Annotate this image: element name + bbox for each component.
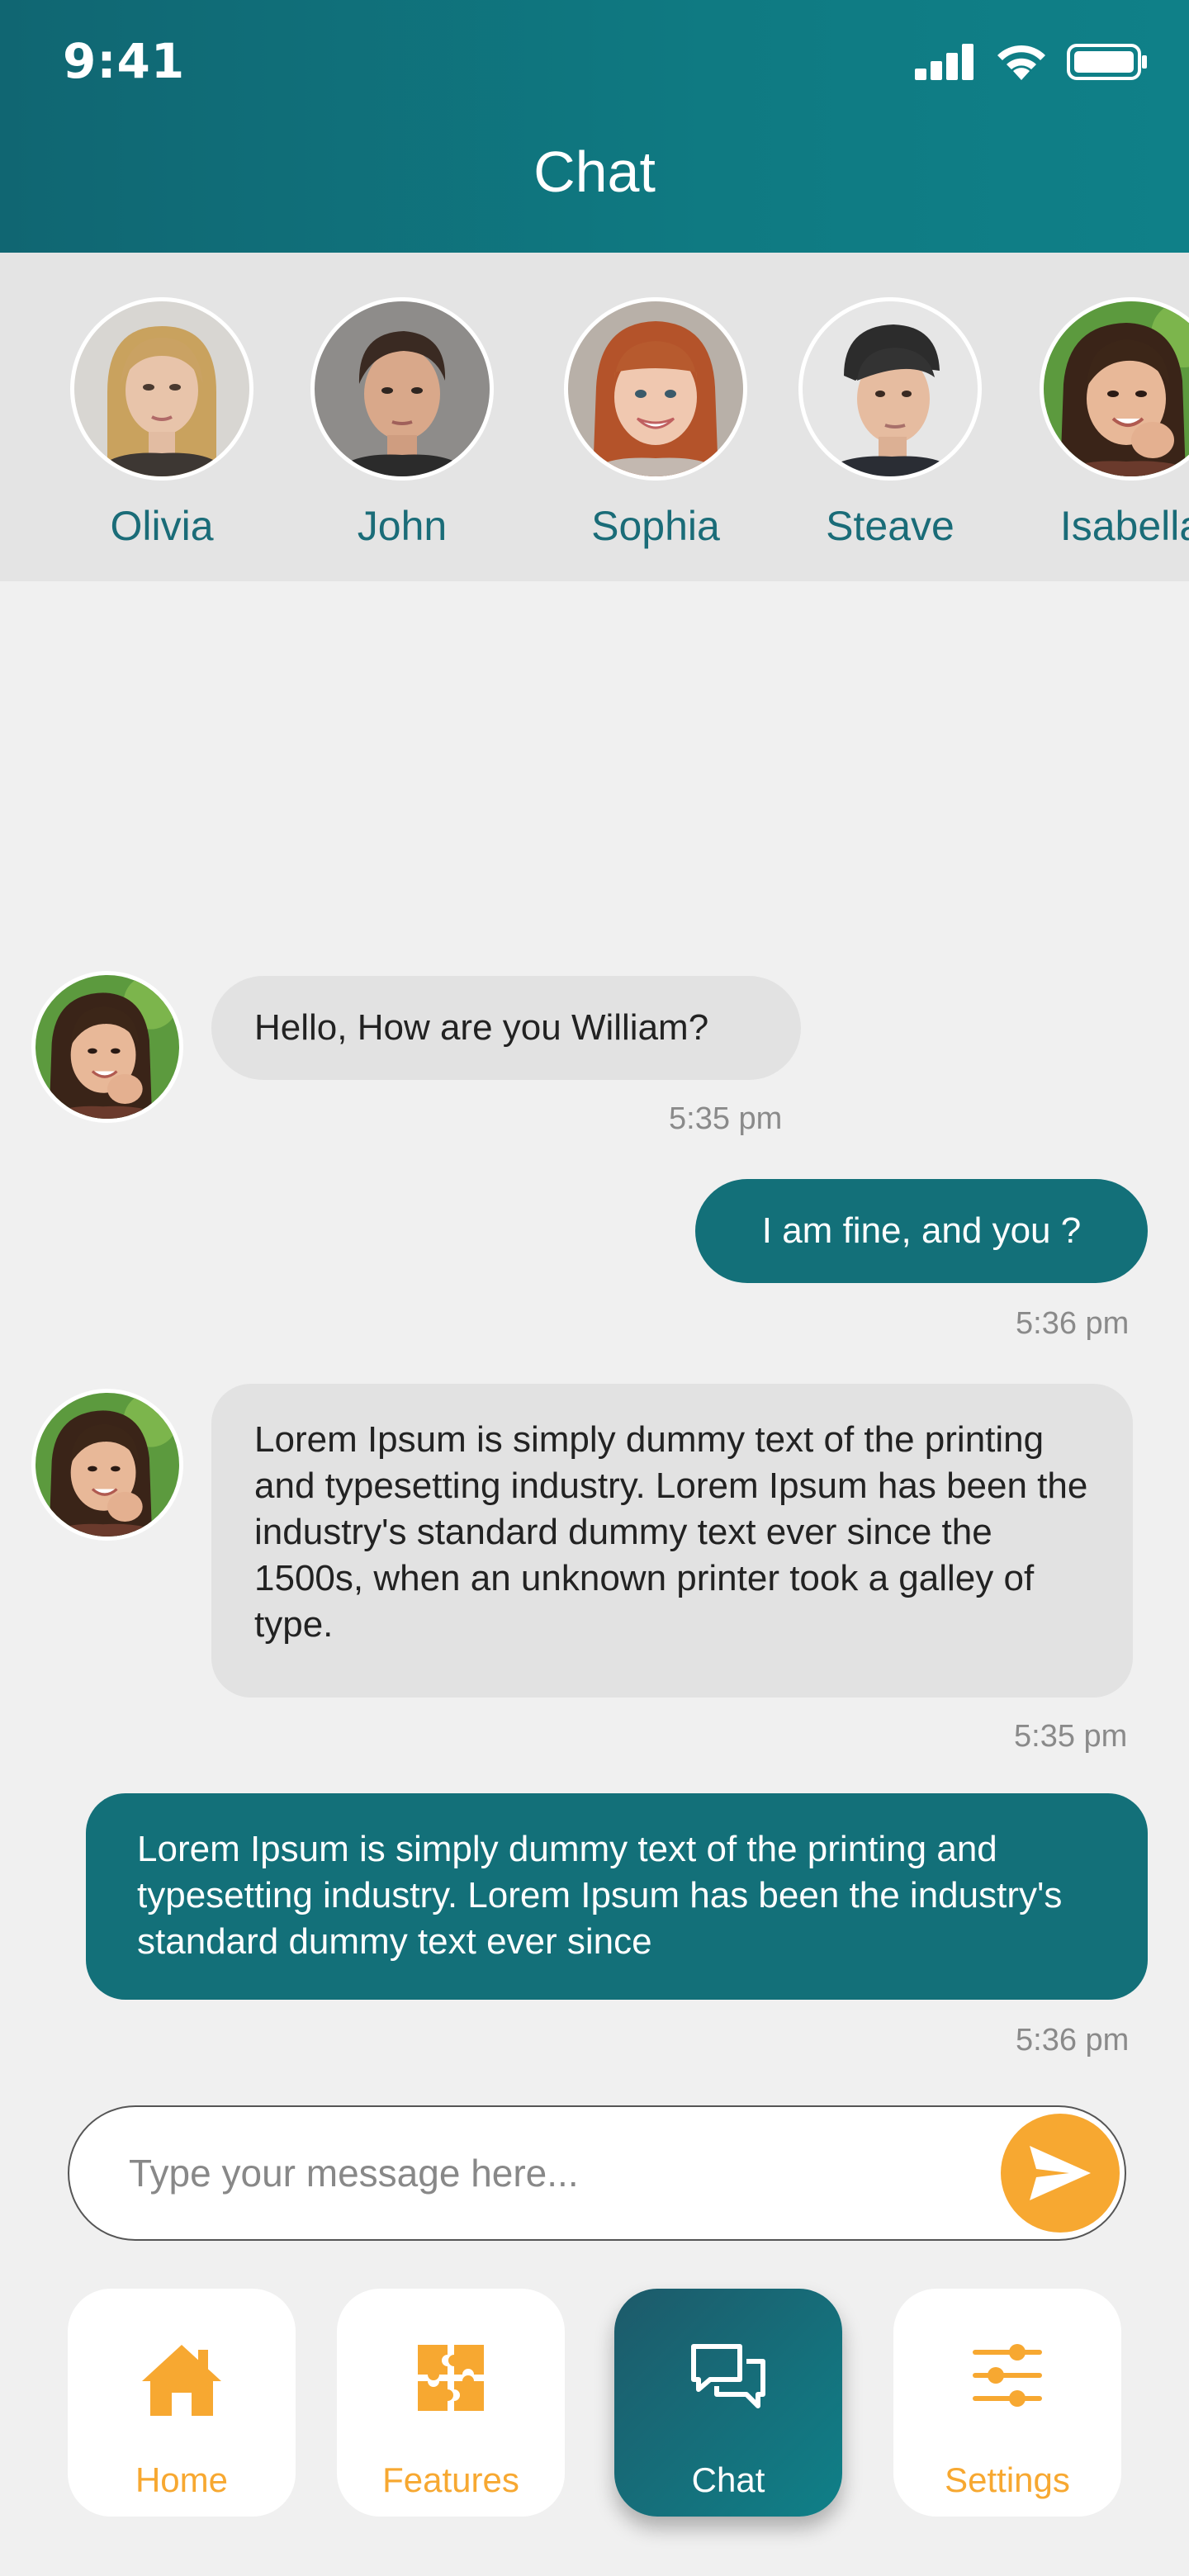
avatar bbox=[74, 301, 249, 476]
status-time: 9:41 bbox=[63, 33, 186, 89]
nav-item-settings[interactable]: Settings bbox=[893, 2289, 1121, 2517]
nav-item-chat[interactable]: Chat bbox=[614, 2289, 842, 2517]
nav-label: Features bbox=[382, 2460, 519, 2499]
message-bubble-outgoing[interactable]: I am fine, and you ? bbox=[695, 1179, 1148, 1283]
contact-steave[interactable]: Steave bbox=[783, 297, 997, 550]
contact-avatar bbox=[70, 297, 253, 481]
message-bubble-incoming[interactable]: Lorem Ipsum is simply dummy text of the … bbox=[211, 1384, 1133, 1698]
contact-avatar bbox=[1040, 297, 1189, 481]
nav-label: Home bbox=[135, 2460, 229, 2499]
avatar bbox=[36, 1393, 179, 1537]
contact-isabella[interactable]: Isabella bbox=[1024, 297, 1189, 550]
puzzle-icon bbox=[418, 2345, 484, 2411]
message-time: 5:35 pm bbox=[1014, 1719, 1128, 1754]
contact-avatar bbox=[310, 297, 494, 481]
sliders-icon bbox=[973, 2344, 1042, 2407]
message-bubble-incoming[interactable]: Hello, How are you William? bbox=[211, 976, 801, 1080]
home-icon bbox=[142, 2345, 221, 2416]
message-time: 5:36 pm bbox=[1016, 1306, 1130, 1341]
message-time: 5:35 pm bbox=[669, 1101, 783, 1136]
message-avatar bbox=[31, 971, 183, 1123]
avatar bbox=[568, 301, 743, 476]
avatar bbox=[803, 301, 978, 476]
send-button[interactable] bbox=[1001, 2114, 1120, 2233]
wifi-icon bbox=[997, 45, 1045, 80]
nav-item-home[interactable]: Home bbox=[68, 2289, 296, 2517]
avatar bbox=[315, 301, 490, 476]
nav-label: Settings bbox=[945, 2460, 1070, 2499]
contact-name: Sophia bbox=[591, 503, 720, 549]
message-input[interactable] bbox=[129, 2140, 955, 2206]
message-time: 5:36 pm bbox=[1016, 2023, 1130, 2057]
signal-icon bbox=[915, 44, 973, 80]
battery-icon bbox=[1067, 44, 1147, 80]
page-title: Chat bbox=[533, 140, 656, 204]
status-icons bbox=[915, 40, 1148, 84]
contact-name: Steave bbox=[826, 503, 955, 549]
send-icon bbox=[1030, 2146, 1091, 2200]
avatar bbox=[36, 975, 179, 1119]
contact-olivia[interactable]: Olivia bbox=[54, 297, 269, 550]
nav-label: Chat bbox=[691, 2460, 765, 2499]
app-header: 9:41 Chat bbox=[0, 0, 1189, 253]
message-avatar bbox=[31, 1389, 183, 1541]
contact-avatar bbox=[564, 297, 747, 481]
message-composer bbox=[68, 2105, 1126, 2241]
avatar bbox=[1044, 301, 1189, 476]
chat-bubbles-icon bbox=[691, 2344, 765, 2408]
contact-john[interactable]: John bbox=[295, 297, 509, 550]
contact-name: Isabella bbox=[1059, 503, 1189, 549]
contact-sophia[interactable]: Sophia bbox=[548, 297, 763, 550]
contacts-strip: Olivia John Sophia Steave Isabella bbox=[0, 253, 1189, 581]
contact-avatar bbox=[798, 297, 982, 481]
contact-name: John bbox=[357, 503, 448, 549]
nav-item-features[interactable]: Features bbox=[337, 2289, 565, 2517]
message-bubble-outgoing[interactable]: Lorem Ipsum is simply dummy text of the … bbox=[86, 1793, 1148, 2000]
contact-name: Olivia bbox=[110, 503, 214, 549]
